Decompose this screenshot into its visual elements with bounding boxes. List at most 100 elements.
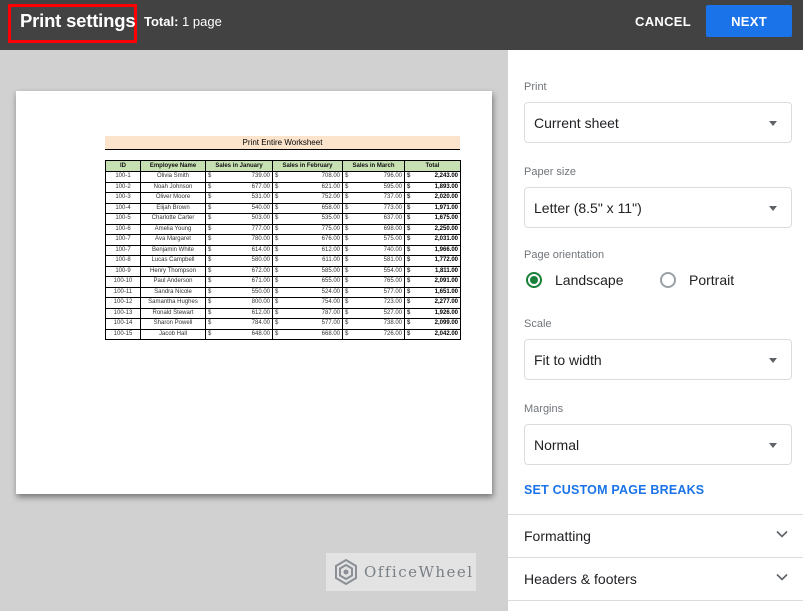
amount: 784.00 bbox=[251, 320, 270, 327]
amount: 2,020.00 bbox=[434, 194, 458, 201]
cell-sales-january: $614.00 bbox=[205, 244, 273, 256]
cell-total: $1,772.00 bbox=[404, 255, 461, 267]
headers-footers-section[interactable]: Headers & footers bbox=[508, 558, 803, 600]
top-bar: Print settings Total: 1 page CANCEL NEXT bbox=[0, 0, 803, 50]
table-row: 100-15 Jacob Hall $648.00 $668.00 $726.00 $2,… bbox=[105, 328, 461, 340]
currency-symbol: $ bbox=[208, 320, 212, 327]
cell-employee-name: Paul Anderson bbox=[140, 276, 206, 288]
cell-id: 100-8 bbox=[105, 255, 141, 267]
portrait-radio[interactable]: Portrait bbox=[660, 272, 734, 288]
chevron-down-icon bbox=[776, 530, 788, 538]
paper-size-label: Paper size bbox=[524, 166, 576, 178]
cell-sales-february: $754.00 bbox=[272, 297, 343, 309]
amount: 531.00 bbox=[251, 194, 270, 201]
table-row: 100-3 Oliver Moore $531.00 $752.00 $737.00 $2… bbox=[105, 192, 461, 204]
cell-total: $2,250.00 bbox=[404, 223, 461, 235]
next-button[interactable]: NEXT bbox=[706, 5, 792, 37]
cell-sales-february: $577.00 bbox=[272, 318, 343, 330]
amount: 527.00 bbox=[383, 309, 402, 316]
amount: 524.00 bbox=[321, 288, 340, 295]
currency-symbol: $ bbox=[345, 194, 349, 201]
currency-symbol: $ bbox=[345, 173, 349, 180]
currency-symbol: $ bbox=[345, 215, 349, 222]
landscape-radio[interactable]: Landscape bbox=[526, 272, 624, 288]
amount: 580.00 bbox=[251, 257, 270, 264]
table-row: 100-9 Henry Thompson $672.00 $585.00 $554.00… bbox=[105, 265, 461, 277]
table-body: 100-1 Olivia Smith $739.00 $708.00 $796.00 $2… bbox=[105, 171, 461, 340]
table-row: 100-11 Sandra Nicole $550.00 $524.00 $577.00… bbox=[105, 286, 461, 298]
formatting-section[interactable]: Formatting bbox=[508, 515, 803, 557]
scale-select-value: Fit to width bbox=[534, 352, 602, 368]
column-header-id: ID bbox=[105, 160, 141, 172]
currency-symbol: $ bbox=[275, 204, 279, 211]
amount: 672.00 bbox=[251, 267, 270, 274]
margins-label: Margins bbox=[524, 403, 564, 415]
cell-employee-name: Lucas Campbell bbox=[140, 255, 206, 267]
cell-sales-february: $752.00 bbox=[272, 192, 343, 204]
amount: 577.00 bbox=[321, 320, 340, 327]
cell-total: $1,675.00 bbox=[404, 213, 461, 225]
set-custom-page-breaks-link[interactable]: SET CUSTOM PAGE BREAKS bbox=[524, 483, 704, 497]
cell-total: $2,020.00 bbox=[404, 192, 461, 204]
amount: 1,651.00 bbox=[434, 288, 458, 295]
amount: 1,675.00 bbox=[434, 215, 458, 222]
dropdown-arrow-icon bbox=[769, 358, 777, 363]
cell-sales-january: $531.00 bbox=[205, 192, 273, 204]
preview-page: Print Entire Worksheet ID Employee Name … bbox=[16, 91, 492, 494]
dropdown-arrow-icon bbox=[769, 443, 777, 448]
currency-symbol: $ bbox=[345, 204, 349, 211]
cell-sales-january: $612.00 bbox=[205, 307, 273, 319]
cell-sales-january: $671.00 bbox=[205, 276, 273, 288]
cell-sales-january: $677.00 bbox=[205, 181, 273, 193]
amount: 754.00 bbox=[321, 299, 340, 306]
currency-symbol: $ bbox=[275, 173, 279, 180]
currency-symbol: $ bbox=[275, 215, 279, 222]
sheet-title: Print Entire Worksheet bbox=[105, 136, 460, 150]
amount: 723.00 bbox=[383, 299, 402, 306]
cell-sales-march: $740.00 bbox=[342, 244, 405, 256]
cell-sales-january: $550.00 bbox=[205, 286, 273, 298]
settings-panel: Print Current sheet Paper size Letter (8… bbox=[508, 50, 803, 611]
currency-symbol: $ bbox=[275, 236, 279, 243]
currency-symbol: $ bbox=[345, 246, 349, 253]
currency-symbol: $ bbox=[407, 194, 411, 201]
column-header-march: Sales in March bbox=[342, 160, 405, 172]
currency-symbol: $ bbox=[407, 278, 411, 285]
amount: 737.00 bbox=[383, 194, 402, 201]
amount: 503.00 bbox=[251, 215, 270, 222]
amount: 554.00 bbox=[383, 267, 402, 274]
cell-sales-march: $738.00 bbox=[342, 318, 405, 330]
currency-symbol: $ bbox=[208, 236, 212, 243]
amount: 658.00 bbox=[321, 204, 340, 211]
cell-employee-name: Sandra Nicole bbox=[140, 286, 206, 298]
currency-symbol: $ bbox=[275, 257, 279, 264]
print-select[interactable]: Current sheet bbox=[524, 102, 792, 143]
currency-symbol: $ bbox=[208, 309, 212, 316]
currency-symbol: $ bbox=[208, 183, 212, 190]
amount: 577.00 bbox=[383, 288, 402, 295]
amount: 2,099.00 bbox=[434, 320, 458, 327]
column-header-january: Sales in January bbox=[205, 160, 273, 172]
cell-sales-march: $765.00 bbox=[342, 276, 405, 288]
cancel-button[interactable]: CANCEL bbox=[627, 8, 699, 35]
cell-id: 100-2 bbox=[105, 181, 141, 193]
cell-id: 100-5 bbox=[105, 213, 141, 225]
cell-id: 100-6 bbox=[105, 223, 141, 235]
orientation-label: Page orientation bbox=[524, 249, 605, 261]
amount: 677.00 bbox=[251, 183, 270, 190]
cell-employee-name: Noah Johnson bbox=[140, 181, 206, 193]
cell-id: 100-9 bbox=[105, 265, 141, 277]
margins-select[interactable]: Normal bbox=[524, 424, 792, 465]
amount: 752.00 bbox=[321, 194, 340, 201]
cell-id: 100-7 bbox=[105, 234, 141, 246]
paper-size-select[interactable]: Letter (8.5" x 11") bbox=[524, 187, 792, 228]
cell-employee-name: Amelia Young bbox=[140, 223, 206, 235]
amount: 595.00 bbox=[383, 183, 402, 190]
cell-sales-january: $800.00 bbox=[205, 297, 273, 309]
cell-id: 100-14 bbox=[105, 318, 141, 330]
currency-symbol: $ bbox=[345, 183, 349, 190]
amount: 2,243.00 bbox=[434, 173, 458, 180]
currency-symbol: $ bbox=[345, 236, 349, 243]
cell-sales-february: $621.00 bbox=[272, 181, 343, 193]
scale-select[interactable]: Fit to width bbox=[524, 339, 792, 380]
